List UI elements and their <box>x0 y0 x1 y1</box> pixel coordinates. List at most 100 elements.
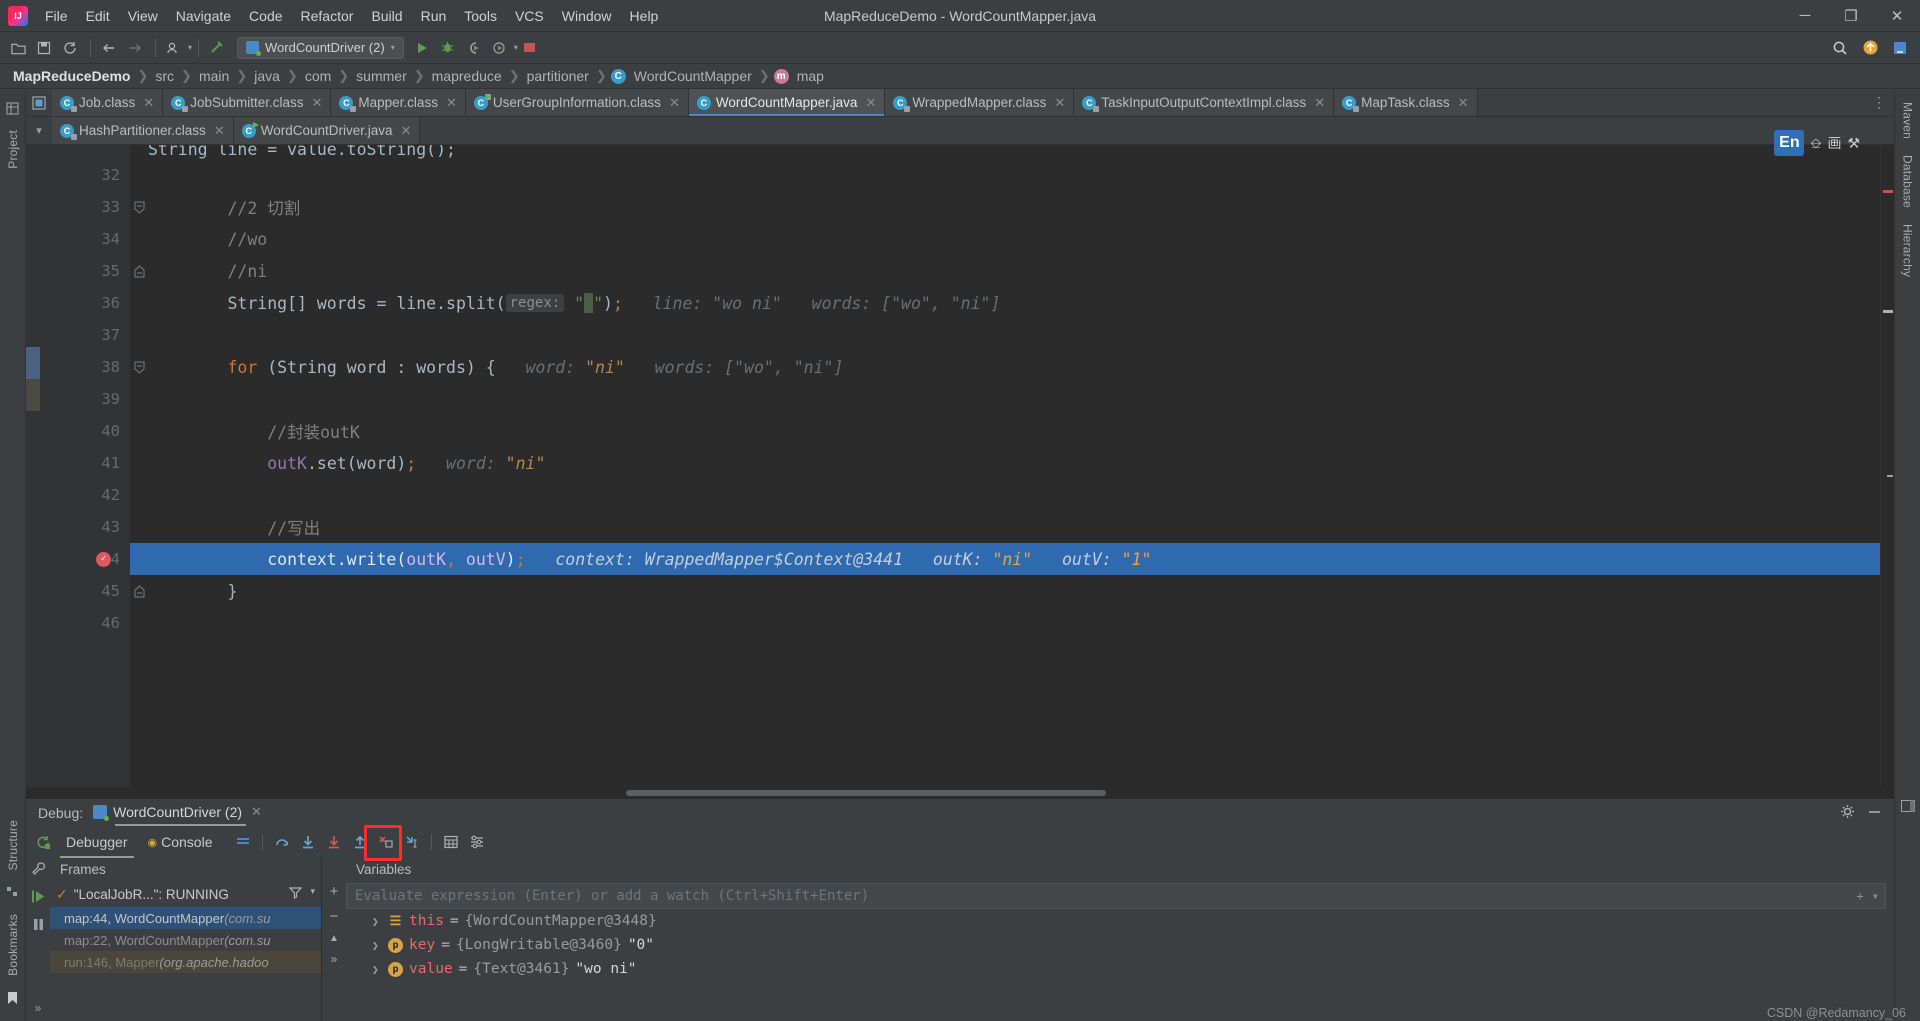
sidebar-item-bookmarks[interactable]: Bookmarks <box>3 907 23 983</box>
menu-build[interactable]: Build <box>362 4 411 28</box>
thread-selector[interactable]: ✓ "LocalJobR...": RUNNING ▾ <box>50 881 321 907</box>
close-icon[interactable]: ✕ <box>1458 95 1469 111</box>
close-icon[interactable]: ✕ <box>401 123 412 139</box>
sidebar-item-database[interactable]: Database <box>1898 148 1918 215</box>
marker-change[interactable] <box>1883 310 1893 313</box>
run-coverage-icon[interactable] <box>462 36 486 60</box>
close-icon[interactable]: ✕ <box>1054 95 1065 111</box>
menu-code[interactable]: Code <box>240 4 291 28</box>
editor-gutter[interactable]: 32 33 34 35 36 37 38 39 40 41 42 43 ✓ 45… <box>40 145 145 787</box>
evaluate-expression-icon[interactable] <box>438 829 464 855</box>
chevron-right-icon[interactable]: ❯ <box>372 963 382 976</box>
gutter-line-36[interactable]: 36 <box>40 287 130 319</box>
code-line-35[interactable]: //ni <box>130 255 1880 287</box>
menu-help[interactable]: Help <box>621 4 668 28</box>
code-line-32[interactable] <box>130 159 1880 191</box>
editor-tab-jobsubmitter-class[interactable]: C JobSubmitter.class ✕ <box>163 89 332 116</box>
menu-view[interactable]: View <box>119 4 167 28</box>
editor-horizontal-scrollbar[interactable] <box>26 787 1894 798</box>
variable-row-key[interactable]: ❯ p key = {LongWritable@3460} "0" <box>346 933 1894 957</box>
gutter-line-34[interactable]: 34 <box>40 223 130 255</box>
step-over-icon[interactable] <box>269 829 295 855</box>
build-hammer-icon[interactable] <box>205 36 229 60</box>
frame-row-map-44[interactable]: map:44, WordCountMapper (com.su <box>50 907 321 929</box>
maximize-button[interactable]: ❐ <box>1828 0 1874 32</box>
more-actions-icon[interactable]: » <box>331 952 338 966</box>
frame-row-map-22[interactable]: map:22, WordCountMapper (com.su <box>50 929 321 951</box>
debug-session-tab[interactable]: WordCountDriver (2) ✕ <box>93 804 262 826</box>
code-line-34[interactable]: //wo <box>130 223 1880 255</box>
gutter-line-41[interactable]: 41 <box>40 447 130 479</box>
variable-row-this[interactable]: ❯ ☰ this = {WordCountMapper@3448} <box>346 909 1894 933</box>
chevron-right-icon[interactable]: ❯ <box>372 939 382 952</box>
code-line-42[interactable] <box>130 479 1880 511</box>
breadcrumb-item-main[interactable]: main <box>196 68 232 84</box>
frame-row-run-146[interactable]: run:146, Mapper (org.apache.hadoo <box>50 951 321 973</box>
close-icon[interactable]: ✕ <box>669 95 680 111</box>
editor-tab-taskinputoutputcontextimpl-class[interactable]: C TaskInputOutputContextImpl.class ✕ <box>1074 89 1335 116</box>
settings-icon[interactable] <box>464 829 490 855</box>
step-into-icon[interactable] <box>295 829 321 855</box>
ime-hanzi-icon[interactable]: 画 <box>1827 133 1841 153</box>
code-line-39[interactable] <box>130 383 1880 415</box>
breadcrumb-item-summer[interactable]: summer <box>353 68 410 84</box>
gutter-line-40[interactable]: 40 <box>40 415 130 447</box>
pause-program-icon[interactable] <box>31 917 46 935</box>
editor-tab-usergroupinformation-class[interactable]: C UserGroupInformation.class ✕ <box>465 89 689 116</box>
code-line-46[interactable] <box>130 607 1880 639</box>
debug-icon[interactable] <box>436 36 460 60</box>
profile-dropdown-caret-icon[interactable]: ▾ <box>188 43 192 52</box>
breadcrumb-item-class[interactable]: WordCountMapper <box>631 68 755 84</box>
chevron-down-icon[interactable]: ▾ <box>1872 889 1879 903</box>
sidebar-item-structure[interactable]: Structure <box>3 813 23 878</box>
breadcrumb-item-partitioner[interactable]: partitioner <box>524 68 592 84</box>
breadcrumb-item-mapreduce[interactable]: mapreduce <box>429 68 505 84</box>
breadcrumb-item-src[interactable]: src <box>152 68 177 84</box>
structure-icon[interactable] <box>4 883 22 901</box>
run-configuration-selector[interactable]: WordCountDriver (2) ▾ <box>237 36 404 59</box>
layout-icon[interactable] <box>1899 797 1917 815</box>
menu-run[interactable]: Run <box>412 4 456 28</box>
menu-edit[interactable]: Edit <box>77 4 119 28</box>
close-icon[interactable]: ✕ <box>251 804 262 820</box>
profile-icon[interactable] <box>162 36 186 60</box>
editor-tab-job-class[interactable]: C Job.class ✕ <box>52 89 164 116</box>
back-arrow-icon[interactable] <box>97 36 121 60</box>
minimize-icon[interactable] <box>1867 804 1882 822</box>
stop-icon[interactable] <box>518 36 542 60</box>
evaluate-expression-input[interactable]: Evaluate expression (Enter) or add a wat… <box>346 883 1886 909</box>
plus-icon[interactable]: + <box>330 883 339 900</box>
breadcrumb-item-com[interactable]: com <box>302 68 334 84</box>
show-execution-point-icon[interactable] <box>230 829 256 855</box>
forward-arrow-icon[interactable] <box>123 36 147 60</box>
gutter-line-44[interactable]: 44 ✓ <box>40 543 130 575</box>
update-icon[interactable] <box>1858 36 1882 60</box>
marker-occurrence[interactable] <box>1887 475 1893 477</box>
run-to-cursor-icon[interactable] <box>399 829 425 855</box>
editor-tab-hashpartitioner-class[interactable]: C HashPartitioner.class ✕ <box>52 117 234 144</box>
gutter-line-42[interactable]: 42 <box>40 479 130 511</box>
filter-icon[interactable] <box>289 886 303 902</box>
tab-console[interactable]: ◉ Console <box>138 831 223 853</box>
breadcrumb-item-method[interactable]: map <box>794 68 827 84</box>
menu-navigate[interactable]: Navigate <box>167 4 240 28</box>
more-actions-icon[interactable]: » <box>35 1001 42 1021</box>
sync-icon[interactable] <box>58 36 82 60</box>
gutter-line-46[interactable]: 46 <box>40 607 130 639</box>
gutter-line-45[interactable]: 45 <box>40 575 145 607</box>
bookmark-icon[interactable] <box>4 989 22 1007</box>
chevron-down-icon[interactable]: ▾ <box>310 886 315 902</box>
close-icon[interactable]: ✕ <box>446 95 457 111</box>
close-button[interactable]: ✕ <box>1874 0 1920 32</box>
editor-tab-wordcountmapper-java[interactable]: C WordCountMapper.java ✕ <box>688 89 886 116</box>
sidebar-item-hierarchy[interactable]: Hierarchy <box>1898 217 1918 284</box>
code-editor[interactable]: 32 33 34 35 36 37 38 39 40 41 42 43 ✓ 45… <box>26 145 1894 787</box>
close-icon[interactable]: ✕ <box>865 95 876 111</box>
ime-language-badge[interactable]: En <box>1774 130 1805 156</box>
force-step-into-icon[interactable] <box>321 829 347 855</box>
editor-marker-bar[interactable] <box>1880 145 1894 787</box>
editor-tab-maptask-class[interactable]: C MapTask.class ✕ <box>1334 89 1478 116</box>
tab-debugger[interactable]: Debugger <box>56 831 138 858</box>
gear-icon[interactable] <box>1840 804 1855 822</box>
drop-frame-icon[interactable] <box>373 829 399 855</box>
